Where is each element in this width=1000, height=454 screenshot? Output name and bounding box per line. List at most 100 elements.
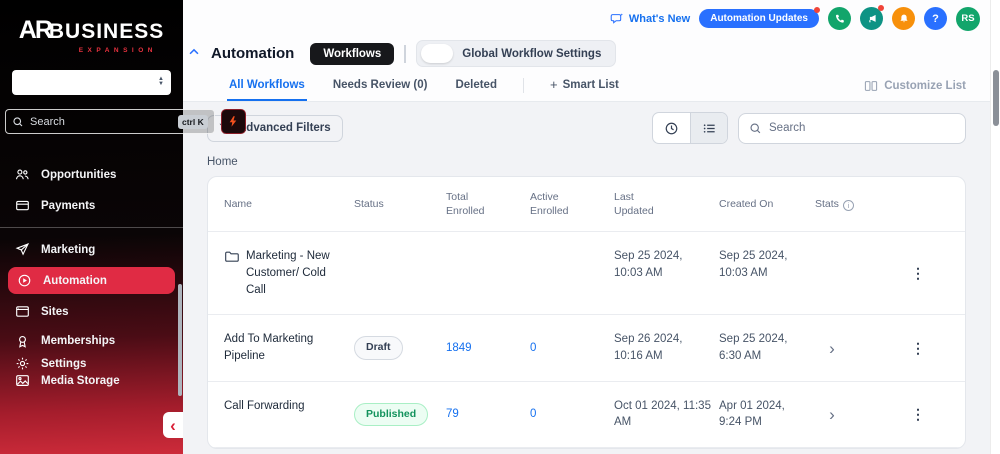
cell-created-on: Sep 25 2024, 10:03 AM bbox=[719, 232, 815, 297]
list-view-button[interactable] bbox=[690, 113, 727, 143]
clock-icon bbox=[664, 121, 679, 136]
kebab-menu-icon[interactable]: ⋮ bbox=[911, 265, 925, 281]
cell-actions: ⋮ bbox=[911, 263, 949, 284]
notifications-button[interactable] bbox=[892, 7, 915, 30]
sidebar-scrollbar[interactable] bbox=[178, 284, 182, 396]
sidebar-collapse-button[interactable]: ‹ bbox=[163, 412, 183, 438]
list-icon bbox=[702, 121, 717, 136]
notification-dot bbox=[814, 7, 820, 13]
help-button[interactable]: ? bbox=[924, 7, 947, 30]
sidebar-item-media-storage[interactable]: Media Storage bbox=[0, 372, 183, 389]
page-header: Automation Workflows Global Workflow Set… bbox=[183, 37, 990, 70]
toggle-switch[interactable] bbox=[421, 44, 453, 63]
nav-divider bbox=[0, 227, 183, 228]
account-select[interactable]: ▲ ▼ bbox=[12, 70, 171, 95]
kebab-menu-icon[interactable]: ⋮ bbox=[911, 406, 925, 422]
cell-status: Published bbox=[354, 403, 446, 426]
chevron-right-icon[interactable]: › bbox=[815, 406, 849, 423]
collapse-up-button[interactable] bbox=[187, 45, 201, 59]
total-enrolled-link[interactable]: 1849 bbox=[446, 342, 472, 354]
cell-status bbox=[354, 232, 446, 264]
cell-name[interactable]: Call Forwarding bbox=[224, 382, 354, 431]
column-header-total-enrolled: Total Enrolled bbox=[446, 177, 530, 231]
automation-updates-button[interactable]: Automation Updates bbox=[699, 9, 819, 28]
cell-total-enrolled: 1849 bbox=[446, 340, 530, 357]
sidebar-item-label: Settings bbox=[41, 358, 86, 370]
sidebar-item-opportunities[interactable]: Opportunities bbox=[0, 159, 183, 190]
global-workflow-settings-button[interactable]: Global Workflow Settings bbox=[416, 40, 616, 67]
workflows-button[interactable]: Workflows bbox=[310, 43, 394, 65]
cell-name[interactable]: Marketing - New Customer/ Cold Call bbox=[224, 232, 354, 314]
workflows-table: Name Status Total Enrolled Active Enroll… bbox=[207, 176, 966, 449]
cell-active-enrolled: 0 bbox=[530, 340, 614, 357]
workflow-search-input[interactable] bbox=[769, 122, 955, 134]
avatar-initials: RS bbox=[961, 13, 974, 24]
sidebar-search[interactable]: ctrl K bbox=[5, 109, 215, 134]
cell-name[interactable]: Add To Marketing Pipeline bbox=[224, 315, 354, 380]
cell-total-enrolled: 79 bbox=[446, 406, 530, 423]
table-row[interactable]: Call Forwarding Published 79 0 Oct 01 20… bbox=[208, 382, 965, 448]
announcements-button[interactable] bbox=[860, 7, 883, 30]
sidebar-item-memberships[interactable]: Memberships bbox=[0, 327, 183, 355]
sidebar-item-label: Sites bbox=[41, 306, 69, 318]
workflow-search[interactable] bbox=[738, 113, 966, 144]
quick-actions-button[interactable] bbox=[221, 109, 246, 134]
tabs-bar: All Workflows Needs Review (0) Deleted +… bbox=[183, 70, 990, 102]
folder-icon bbox=[224, 249, 239, 264]
sidebar-item-label: Opportunities bbox=[41, 169, 116, 181]
tab-label: All Workflows bbox=[229, 79, 305, 91]
automation-updates-label: Automation Updates bbox=[710, 13, 808, 24]
sidebar-item-payments[interactable]: Payments bbox=[0, 190, 183, 221]
customize-list-label: Customize List bbox=[884, 80, 966, 92]
page-scrollbar[interactable] bbox=[990, 0, 1000, 454]
keyboard-shortcut-badge: ctrl K bbox=[178, 115, 208, 129]
total-enrolled-link[interactable]: 79 bbox=[446, 408, 459, 420]
column-header-last-updated: Last Updated bbox=[614, 177, 719, 231]
table-row[interactable]: Add To Marketing Pipeline Draft 1849 0 S… bbox=[208, 315, 965, 381]
toolbar-right bbox=[652, 112, 966, 144]
content-area: Advanced Filters bbox=[183, 102, 990, 449]
cell-last-updated: Sep 25 2024, 10:03 AM bbox=[614, 232, 719, 297]
tab-deleted[interactable]: Deleted bbox=[453, 70, 499, 101]
column-header-name: Name bbox=[224, 184, 354, 224]
tab-label: Needs Review (0) bbox=[333, 79, 428, 91]
tab-smart-list[interactable]: + Smart List bbox=[548, 70, 621, 101]
active-enrolled-link[interactable]: 0 bbox=[530, 342, 536, 354]
tab-needs-review[interactable]: Needs Review (0) bbox=[331, 70, 430, 101]
column-header-status: Status bbox=[354, 184, 446, 224]
media-storage-icon bbox=[14, 373, 30, 388]
sidebar-item-sites[interactable]: Sites bbox=[0, 296, 183, 327]
megaphone-icon bbox=[866, 13, 878, 25]
tab-all-workflows[interactable]: All Workflows bbox=[227, 70, 307, 101]
phone-button[interactable] bbox=[828, 7, 851, 30]
customize-list-button[interactable]: Customize List bbox=[864, 70, 966, 101]
sidebar-item-marketing[interactable]: Marketing bbox=[0, 234, 183, 265]
sidebar-item-automation[interactable]: Automation bbox=[8, 267, 175, 294]
status-badge: Draft bbox=[354, 336, 403, 359]
active-enrolled-link[interactable]: 0 bbox=[530, 408, 536, 420]
scrollbar-thumb[interactable] bbox=[993, 70, 999, 126]
cell-active-enrolled: 0 bbox=[530, 406, 614, 423]
sidebar-item-label: Marketing bbox=[41, 244, 95, 256]
kebab-menu-icon[interactable]: ⋮ bbox=[911, 340, 925, 356]
sidebar-item-label: Media Storage bbox=[41, 375, 120, 387]
status-badge: Published bbox=[354, 403, 428, 426]
cell-last-updated: Sep 26 2024, 10:16 AM bbox=[614, 315, 719, 380]
sidebar-item-settings[interactable]: Settings bbox=[0, 355, 183, 372]
whats-new-link[interactable]: What's New bbox=[610, 12, 690, 26]
notification-dot bbox=[878, 5, 884, 11]
marketing-icon bbox=[14, 242, 30, 257]
tab-separator bbox=[523, 78, 524, 93]
cell-stats: › bbox=[815, 340, 893, 357]
avatar[interactable]: RS bbox=[956, 7, 980, 31]
chevron-right-icon[interactable]: › bbox=[815, 340, 849, 357]
table-row[interactable]: Marketing - New Customer/ Cold Call Sep … bbox=[208, 232, 965, 315]
breadcrumb[interactable]: Home bbox=[207, 156, 238, 168]
history-button[interactable] bbox=[653, 113, 690, 143]
page-title: Automation bbox=[211, 45, 294, 62]
workflow-name: Add To Marketing Pipeline bbox=[224, 331, 346, 364]
workflow-name: Call Forwarding bbox=[224, 398, 305, 415]
sidebar-item-label: Memberships bbox=[41, 335, 115, 347]
question-mark-icon: ? bbox=[932, 13, 939, 25]
sidebar-search-input[interactable] bbox=[30, 116, 172, 128]
